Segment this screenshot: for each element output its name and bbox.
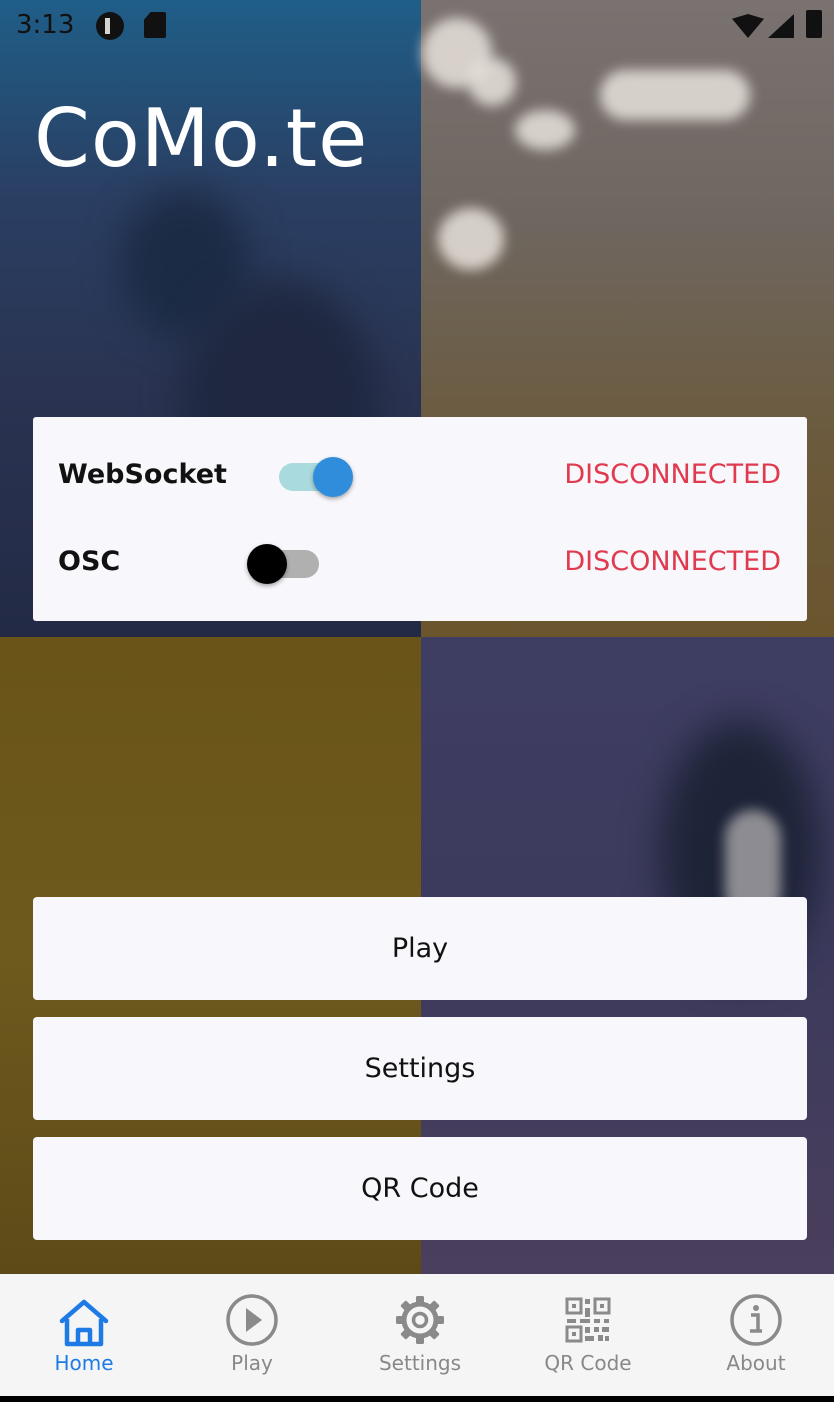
connection-card: WebSocket DISCONNECTED OSC DISCONNECTED [33, 417, 807, 621]
nav-label-home: Home [54, 1351, 114, 1375]
osc-label: OSC [58, 546, 121, 577]
background-light [438, 208, 504, 270]
play-circle-icon [226, 1294, 278, 1346]
websocket-toggle-thumb [313, 457, 353, 497]
websocket-label: WebSocket [58, 459, 227, 490]
battery-icon [806, 10, 822, 38]
system-navigation-bar [0, 1396, 834, 1402]
nav-label-about: About [726, 1351, 786, 1375]
nav-item-qr-code[interactable]: QR Code [504, 1274, 672, 1396]
nav-item-play[interactable]: Play [168, 1274, 336, 1396]
app-notification-icon [96, 12, 124, 40]
wifi-icon [732, 14, 764, 38]
osc-toggle[interactable] [247, 534, 337, 594]
websocket-row: WebSocket DISCONNECTED [33, 447, 807, 507]
websocket-status: DISCONNECTED [564, 459, 781, 490]
home-icon [59, 1299, 109, 1347]
nav-label-qr-code: QR Code [544, 1351, 632, 1375]
background-light [515, 110, 575, 150]
signal-icon [768, 14, 794, 38]
nav-item-about[interactable]: About [672, 1274, 834, 1396]
sd-card-icon [144, 12, 166, 38]
osc-toggle-thumb [247, 544, 287, 584]
status-bar: 3:13 [0, 0, 834, 52]
qr-code-button[interactable]: QR Code [33, 1137, 807, 1240]
play-button[interactable]: Play [33, 897, 807, 1000]
gear-icon [396, 1296, 444, 1344]
osc-status: DISCONNECTED [564, 546, 781, 577]
background-light [468, 58, 516, 106]
status-time: 3:13 [16, 10, 75, 40]
settings-button[interactable]: Settings [33, 1017, 807, 1120]
websocket-toggle[interactable] [261, 447, 353, 507]
background-light [600, 70, 750, 120]
osc-row: OSC DISCONNECTED [33, 534, 807, 594]
app-title: CoMo.te [34, 92, 369, 185]
nav-label-settings: Settings [378, 1351, 462, 1375]
nav-label-play: Play [231, 1351, 273, 1375]
info-icon [730, 1294, 782, 1346]
qr-code-icon [565, 1297, 611, 1343]
nav-item-home[interactable]: Home [0, 1274, 168, 1396]
bottom-navigation: Home Play Settings QR Code About [0, 1274, 834, 1396]
nav-item-settings[interactable]: Settings [336, 1274, 504, 1396]
